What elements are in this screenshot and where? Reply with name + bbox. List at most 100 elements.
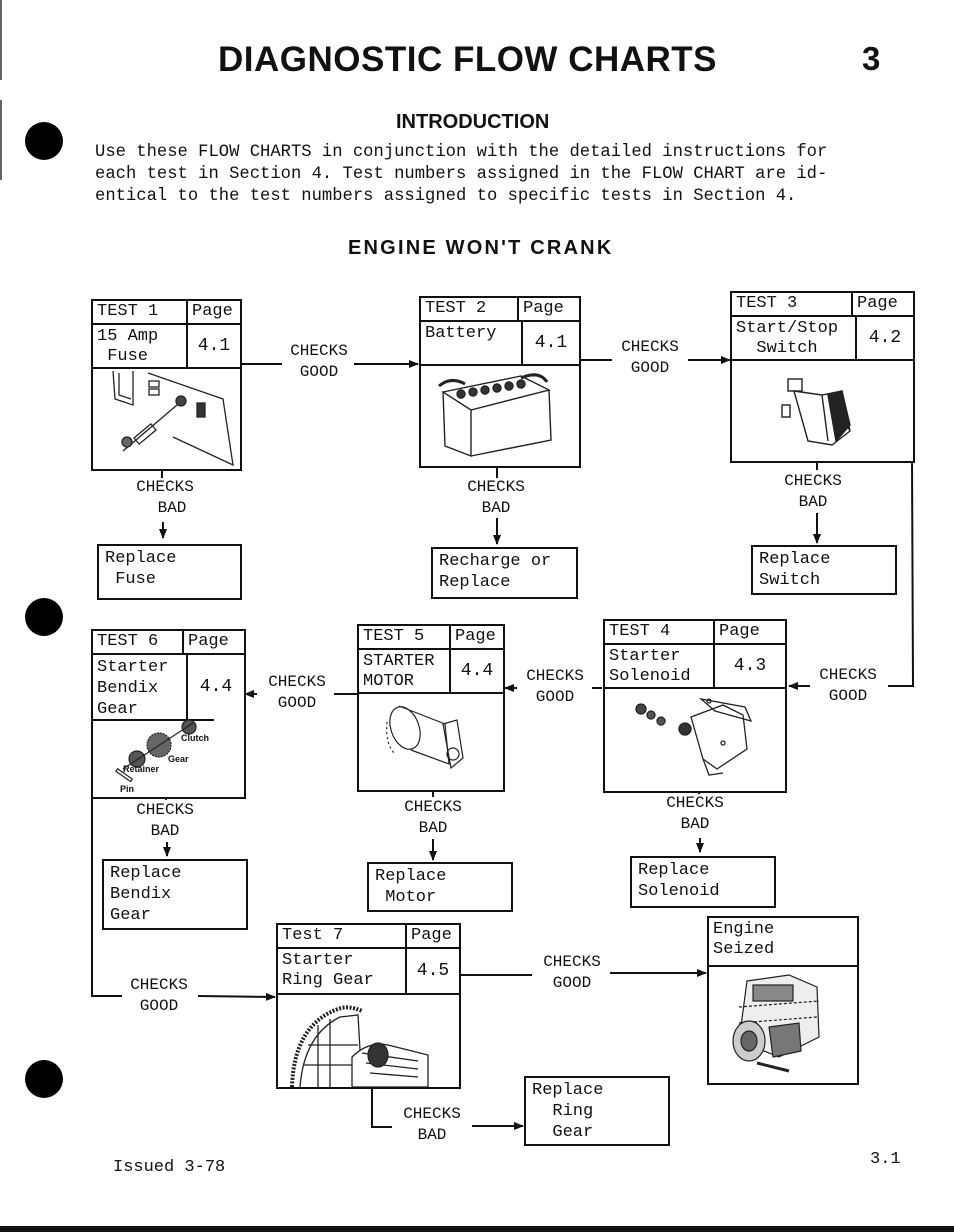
checks-good-label-t1: CHECKS GOOD <box>284 341 354 383</box>
engine-seized-label-cell: Engine Seized <box>709 918 857 967</box>
test-1-name: 15 Amp Fuse <box>93 325 188 367</box>
replace-fuse-box: Replace Fuse <box>97 544 242 600</box>
checks-bad-label-t3: CHECKS BAD <box>776 471 850 513</box>
bad-text: BAD <box>680 815 710 833</box>
page-header: Page <box>719 622 760 641</box>
fuse-panel-icon <box>93 369 240 469</box>
chapter-number: 3 <box>862 40 881 77</box>
bad-text: BAD <box>150 822 180 840</box>
test-5-name: STARTER MOTOR <box>359 650 451 692</box>
intro-line: entical to the test numbers assigned to … <box>95 187 797 206</box>
checks-bad-label-t7: CHECKS BAD <box>394 1104 470 1146</box>
test-2-page: 4.1 <box>534 333 568 353</box>
checks-text: CHECKS <box>130 976 188 994</box>
bad-text: BAD <box>157 499 187 517</box>
checks-good-label-t7: CHECKS GOOD <box>535 952 609 994</box>
checks-bad-label-t2: CHECKS BAD <box>459 477 533 519</box>
good-text: GOOD <box>535 688 575 706</box>
page-header: Page <box>192 302 233 321</box>
engine-seized-box: Engine Seized <box>707 916 859 1085</box>
page-bottom-edge <box>0 1226 954 1232</box>
intro-line: Use these FLOW CHARTS in conjunction wit… <box>95 143 828 162</box>
good-text: GOOD <box>277 694 317 712</box>
connector-t6-good-arrow <box>197 992 276 1001</box>
replace-switch-box: Replace Switch <box>751 545 897 595</box>
checks-text: CHECKS <box>666 794 724 812</box>
checks-text: CHECKS <box>268 673 326 691</box>
test-4-label: TEST 4 <box>605 621 715 643</box>
connector-t7-bad <box>371 1085 392 1128</box>
binder-hole-bottom <box>25 1060 63 1098</box>
checks-good-label-t4: CHECKS GOOD <box>518 666 592 708</box>
checks-text: CHECKS <box>136 478 194 496</box>
page-header: Page <box>455 627 496 646</box>
good-text: GOOD <box>630 359 670 377</box>
test-5-label: TEST 5 <box>359 626 451 648</box>
checks-bad-label-t5: CHECKS BAD <box>396 797 470 839</box>
page-edge-rule <box>0 100 2 180</box>
section-heading: ENGINE WON'T CRANK <box>348 237 614 259</box>
page-title: DIAGNOSTIC FLOW CHARTS <box>218 40 718 79</box>
page-edge-rule <box>0 50 2 80</box>
good-text: GOOD <box>552 974 592 992</box>
checks-text: CHECKS <box>621 338 679 356</box>
replace-ring-gear-box: Replace Ring Gear <box>524 1076 670 1146</box>
recharge-battery-box: Recharge or Replace <box>431 547 578 599</box>
checks-text: CHECKS <box>526 667 584 685</box>
test-3-name: Start/Stop Switch <box>732 317 857 359</box>
page-header: Page <box>411 926 452 945</box>
test-4-name: Starter Solenoid <box>605 645 715 687</box>
test-2-label: TEST 2 <box>421 298 519 320</box>
test-6-name: Starter Bendix Gear <box>93 655 188 719</box>
intro-paragraph: Use these FLOW CHARTS in conjunction wit… <box>95 142 905 208</box>
test-4-page: 4.3 <box>733 656 767 676</box>
checks-text: CHECKS <box>404 798 462 816</box>
battery-icon <box>421 366 579 466</box>
page-header: Page <box>523 299 564 318</box>
rocker-switch-icon <box>732 361 913 461</box>
test-6-page: 4.4 <box>199 677 233 697</box>
page-edge-rule <box>0 0 2 50</box>
test-3-label: TEST 3 <box>732 293 853 315</box>
replace-bendix-box: Replace Bendix Gear <box>102 859 248 930</box>
binder-hole-top <box>25 122 63 160</box>
bad-text: BAD <box>417 1126 447 1144</box>
checks-text: CHECKS <box>136 801 194 819</box>
checks-good-label-t3: CHECKS GOOD <box>811 665 885 707</box>
checks-text: CHECKS <box>543 953 601 971</box>
ring-gear-icon <box>278 995 459 1087</box>
test-2-box: TEST 2 Page Battery 4.1 <box>419 296 581 468</box>
test-4-box: TEST 4 Page Starter Solenoid 4.3 <box>603 619 787 793</box>
solenoid-icon <box>605 689 785 791</box>
test-1-label: TEST 1 <box>93 301 188 323</box>
test-6-box: TEST 6 Page Starter Bendix Gear 4.4 Clutch… <box>91 629 246 799</box>
test-7-page: 4.5 <box>416 961 450 981</box>
page-header: Page <box>857 294 898 313</box>
binder-hole-middle <box>25 598 63 636</box>
footer-page-number: 3.1 <box>870 1150 901 1169</box>
test-1-page: 4.1 <box>197 336 231 356</box>
bendix-gear-icon: Clutch Gear Retainer Pin <box>93 719 214 797</box>
test-2-name: Battery <box>421 322 523 364</box>
test-5-box: TEST 5 Page STARTER MOTOR 4.4 <box>357 624 505 792</box>
checks-good-label-t5: CHECKS GOOD <box>260 672 334 714</box>
replace-motor-box: Replace Motor <box>367 862 513 912</box>
test-6-label: TEST 6 <box>93 631 184 653</box>
test-3-page: 4.2 <box>868 328 902 348</box>
checks-bad-label-t4: CHECKS BAD <box>658 793 732 835</box>
part-label-retainer: Retainer <box>123 764 160 774</box>
good-text: GOOD <box>139 997 179 1015</box>
part-label-clutch: Clutch <box>181 733 209 743</box>
checks-bad-label-t1: CHECKS BAD <box>128 477 202 519</box>
page-header: Page <box>188 632 229 651</box>
intro-heading: INTRODUCTION <box>396 111 550 133</box>
checks-bad-label-t6: CHECKS BAD <box>128 800 202 842</box>
test-7-label: Test 7 <box>278 925 407 947</box>
checks-text: CHECKS <box>819 666 877 684</box>
bad-text: BAD <box>798 493 828 511</box>
test-5-page: 4.4 <box>460 661 494 681</box>
good-text: GOOD <box>299 363 339 381</box>
checks-good-label-t6: CHECKS GOOD <box>121 975 197 1017</box>
starter-motor-icon <box>359 694 503 790</box>
checks-text: CHECKS <box>467 478 525 496</box>
